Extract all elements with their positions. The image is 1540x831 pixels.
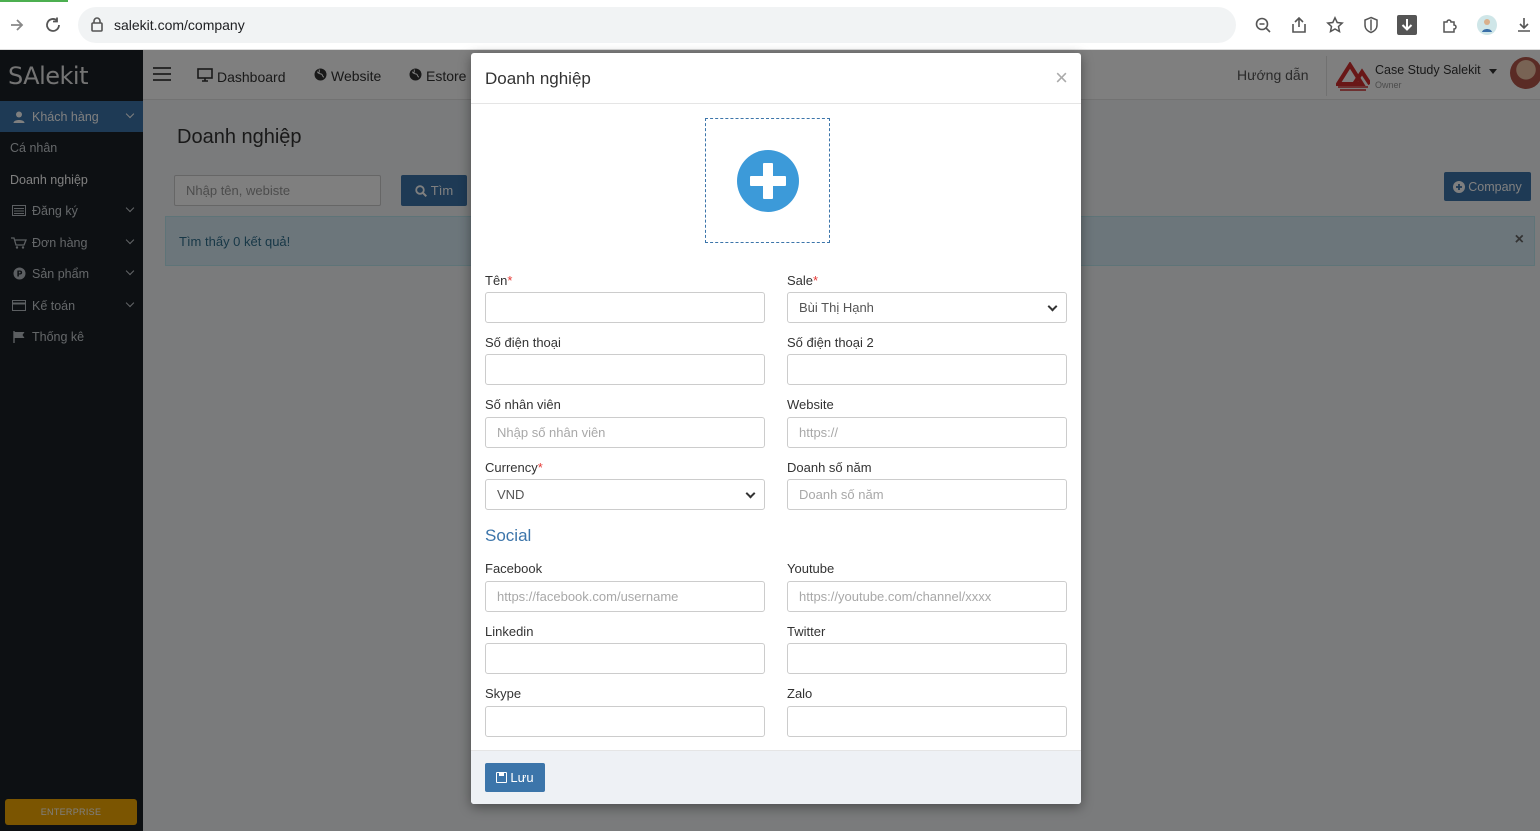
phone-label: Số điện thoại	[485, 335, 561, 350]
youtube-label: Youtube	[787, 561, 835, 576]
modal-title: Doanh nghiệp	[485, 69, 591, 88]
zalo-label: Zalo	[787, 686, 813, 701]
lock-icon	[91, 17, 103, 32]
phone2-label: Số điện thoại 2	[787, 335, 874, 350]
name-label: Tên*	[485, 273, 513, 288]
currency-label: Currency*	[485, 460, 543, 475]
employees-label: Số nhân viên	[485, 397, 561, 412]
download-status-icon[interactable]	[1395, 13, 1419, 37]
linkedin-field[interactable]	[485, 643, 765, 674]
skype-field[interactable]	[485, 706, 765, 737]
sale-select[interactable]: Bùi Thị Hạnh	[787, 292, 1067, 323]
name-field[interactable]	[485, 292, 765, 323]
currency-select[interactable]: VND	[485, 479, 765, 510]
forward-icon[interactable]	[5, 13, 29, 37]
company-modal: Doanh nghiệp × Tên* Sale* Bùi Thị Hạnh S…	[471, 53, 1081, 804]
revenue-label: Doanh số năm	[787, 460, 872, 475]
chevron-down-icon	[745, 488, 756, 499]
reload-icon[interactable]	[41, 13, 65, 37]
shield-icon[interactable]	[1359, 13, 1383, 37]
youtube-field[interactable]: https://youtube.com/channel/xxxx	[787, 581, 1067, 612]
address-bar[interactable]: salekit.com/company	[78, 7, 1236, 43]
website-label: Website	[787, 397, 834, 412]
profile-avatar-icon[interactable]	[1475, 13, 1499, 37]
employees-field[interactable]: Nhập số nhân viên	[485, 417, 765, 448]
zoom-out-icon[interactable]	[1251, 13, 1275, 37]
logo-upload-area[interactable]	[705, 118, 830, 243]
sale-select-value: Bùi Thị Hạnh	[799, 300, 874, 315]
revenue-field[interactable]: Doanh số năm	[787, 479, 1067, 510]
download-icon[interactable]	[1512, 13, 1536, 37]
share-icon[interactable]	[1287, 13, 1311, 37]
sale-label: Sale*	[787, 273, 819, 288]
plus-circle-icon	[736, 149, 799, 212]
browser-toolbar: salekit.com/company	[0, 0, 1540, 50]
twitter-label: Twitter	[787, 624, 826, 639]
linkedin-label: Linkedin	[485, 624, 534, 639]
social-section-title: Social	[485, 526, 532, 545]
chevron-down-icon	[1047, 301, 1058, 312]
modal-header: Doanh nghiệp ×	[471, 53, 1081, 104]
star-icon[interactable]	[1323, 13, 1347, 37]
extensions-icon[interactable]	[1438, 13, 1462, 37]
loading-indicator	[0, 0, 68, 2]
close-icon[interactable]: ×	[1055, 67, 1068, 89]
save-button[interactable]: Lưu	[485, 763, 545, 792]
twitter-field[interactable]	[787, 643, 1067, 674]
phone2-field[interactable]	[787, 354, 1067, 385]
save-button-label: Lưu	[510, 770, 534, 785]
website-field[interactable]: https://	[787, 417, 1067, 448]
zalo-field[interactable]	[787, 706, 1067, 737]
phone-field[interactable]	[485, 354, 765, 385]
url-text[interactable]: salekit.com/company	[114, 17, 245, 33]
facebook-field[interactable]: https://facebook.com/username	[485, 581, 765, 612]
facebook-label: Facebook	[485, 561, 543, 576]
save-icon	[496, 772, 508, 783]
currency-select-value: VND	[497, 487, 525, 502]
modal-footer: Lưu	[471, 750, 1081, 804]
skype-label: Skype	[485, 686, 522, 701]
